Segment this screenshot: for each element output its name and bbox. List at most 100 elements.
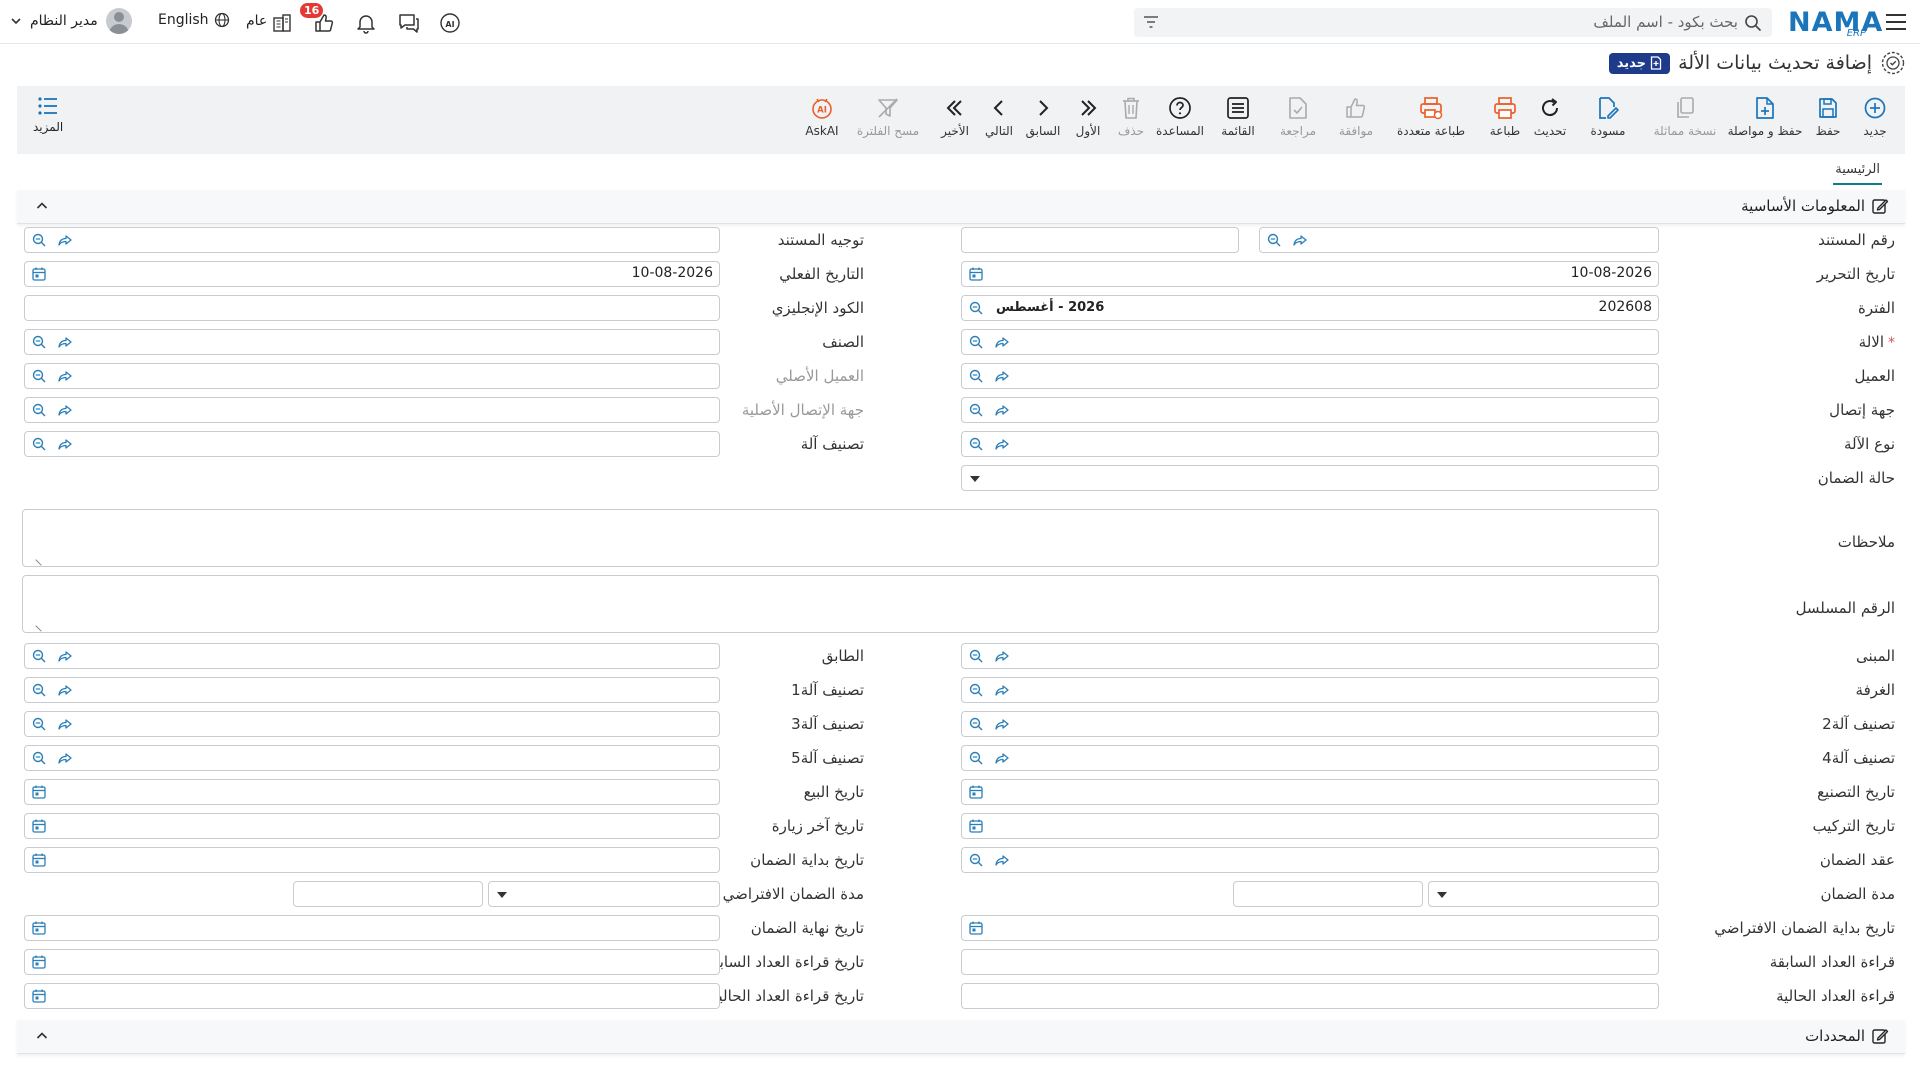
section-basic-info[interactable]: المعلومات الأساسية bbox=[17, 190, 1905, 224]
calendar-icon[interactable] bbox=[31, 920, 47, 936]
search-plus-icon[interactable] bbox=[31, 436, 47, 452]
floor-field[interactable] bbox=[24, 643, 720, 669]
doc-number-suffix-field[interactable] bbox=[961, 227, 1239, 253]
share-icon[interactable] bbox=[57, 232, 73, 248]
branch-label[interactable]: عام bbox=[246, 13, 267, 29]
messages-icon[interactable] bbox=[397, 11, 421, 35]
filter-icon[interactable] bbox=[1142, 14, 1160, 30]
nama-erp-logo[interactable]: NAMA ERP bbox=[1788, 4, 1882, 40]
machine-class2-field[interactable] bbox=[961, 711, 1659, 737]
share-icon[interactable] bbox=[57, 716, 73, 732]
search-plus-icon[interactable] bbox=[968, 852, 984, 868]
chevron-up-icon[interactable] bbox=[35, 199, 49, 213]
search-plus-icon[interactable] bbox=[968, 402, 984, 418]
print-button[interactable]: طباعة bbox=[1470, 94, 1540, 138]
contact-field[interactable] bbox=[961, 397, 1659, 423]
share-icon[interactable] bbox=[57, 402, 73, 418]
calendar-icon[interactable] bbox=[968, 784, 984, 800]
share-icon[interactable] bbox=[1292, 232, 1308, 248]
search-plus-icon[interactable] bbox=[1266, 232, 1282, 248]
resize-grip-icon[interactable] bbox=[35, 554, 47, 566]
doc-number-field[interactable] bbox=[1259, 227, 1659, 253]
calendar-icon[interactable] bbox=[31, 852, 47, 868]
calendar-icon[interactable] bbox=[31, 988, 47, 1004]
resize-grip-icon[interactable] bbox=[35, 620, 47, 632]
search-icon[interactable] bbox=[1744, 14, 1762, 32]
search-plus-icon[interactable] bbox=[31, 232, 47, 248]
share-icon[interactable] bbox=[994, 648, 1010, 664]
prev-meter-date-field[interactable] bbox=[24, 949, 720, 975]
search-plus-icon[interactable] bbox=[31, 682, 47, 698]
review-button[interactable]: مراجعة bbox=[1263, 94, 1333, 138]
search-plus-icon[interactable] bbox=[31, 368, 47, 384]
tab-main[interactable]: الرئيسية bbox=[1833, 158, 1882, 185]
hamburger-menu-icon[interactable] bbox=[1884, 10, 1908, 34]
save-continue-button[interactable]: حفظ و مواصلة bbox=[1728, 94, 1802, 138]
last-visit-date-field[interactable] bbox=[24, 813, 720, 839]
manufacture-date-field[interactable] bbox=[961, 779, 1659, 805]
search-plus-icon[interactable] bbox=[968, 648, 984, 664]
search-plus-icon[interactable] bbox=[31, 648, 47, 664]
current-meter-date-field[interactable] bbox=[24, 983, 720, 1009]
actual-date-field[interactable]: 10-08-2026 bbox=[24, 261, 720, 287]
warranty-period-unit-select[interactable] bbox=[1428, 881, 1659, 907]
room-field[interactable] bbox=[961, 677, 1659, 703]
warranty-start-date-field[interactable] bbox=[24, 847, 720, 873]
approvals-icon[interactable]: 16 bbox=[300, 3, 336, 35]
search-plus-icon[interactable] bbox=[968, 682, 984, 698]
search-plus-icon[interactable] bbox=[31, 334, 47, 350]
current-meter-field[interactable] bbox=[961, 983, 1659, 1009]
search-plus-icon[interactable] bbox=[968, 716, 984, 732]
search-input[interactable] bbox=[1198, 11, 1738, 33]
share-icon[interactable] bbox=[994, 716, 1010, 732]
machine-class1-field[interactable] bbox=[24, 677, 720, 703]
language-switch[interactable]: English bbox=[158, 12, 230, 28]
calendar-icon[interactable] bbox=[968, 818, 984, 834]
serial-number-textarea[interactable] bbox=[22, 575, 1659, 633]
share-icon[interactable] bbox=[57, 436, 73, 452]
share-icon[interactable] bbox=[994, 436, 1010, 452]
multi-print-button[interactable]: طباعة متعددة bbox=[1396, 94, 1466, 138]
warranty-contract-field[interactable] bbox=[961, 847, 1659, 873]
machine-class4-field[interactable] bbox=[961, 745, 1659, 771]
calendar-icon[interactable] bbox=[968, 920, 984, 936]
company-building-icon[interactable] bbox=[270, 11, 294, 35]
user-menu[interactable]: مدير النظام bbox=[10, 8, 132, 34]
share-icon[interactable] bbox=[994, 368, 1010, 384]
machine-class-field[interactable] bbox=[24, 431, 720, 457]
search-plus-icon[interactable] bbox=[968, 750, 984, 766]
calendar-icon[interactable] bbox=[968, 266, 984, 282]
clear-filter-button[interactable]: مسح الفلترة bbox=[853, 94, 923, 138]
more-button[interactable]: المزيد bbox=[33, 94, 63, 134]
notes-textarea[interactable] bbox=[22, 509, 1659, 567]
search-plus-icon[interactable] bbox=[968, 368, 984, 384]
share-icon[interactable] bbox=[57, 648, 73, 664]
machine-class3-field[interactable] bbox=[24, 711, 720, 737]
warranty-status-field[interactable] bbox=[961, 465, 1659, 491]
warranty-period-value-field[interactable] bbox=[1233, 881, 1423, 907]
search-plus-icon[interactable] bbox=[31, 402, 47, 418]
customer-field[interactable] bbox=[961, 363, 1659, 389]
default-warranty-period-unit-select[interactable] bbox=[488, 881, 720, 907]
install-date-field[interactable] bbox=[961, 813, 1659, 839]
calendar-icon[interactable] bbox=[31, 818, 47, 834]
copy-button[interactable]: نسخة مماثلة bbox=[1650, 94, 1720, 138]
share-icon[interactable] bbox=[994, 334, 1010, 350]
default-warranty-start-field[interactable] bbox=[961, 915, 1659, 941]
doc-direction-field[interactable] bbox=[24, 227, 720, 253]
share-icon[interactable] bbox=[57, 334, 73, 350]
search-plus-icon[interactable] bbox=[31, 716, 47, 732]
sale-date-field[interactable] bbox=[24, 779, 720, 805]
search-plus-icon[interactable] bbox=[968, 300, 984, 316]
machine-class5-field[interactable] bbox=[24, 745, 720, 771]
calendar-icon[interactable] bbox=[31, 784, 47, 800]
calendar-icon[interactable] bbox=[31, 266, 47, 282]
search-plus-icon[interactable] bbox=[31, 750, 47, 766]
bell-icon[interactable] bbox=[354, 11, 378, 35]
calendar-icon[interactable] bbox=[31, 954, 47, 970]
share-icon[interactable] bbox=[994, 852, 1010, 868]
building-field[interactable] bbox=[961, 643, 1659, 669]
share-icon[interactable] bbox=[57, 750, 73, 766]
section-determinants[interactable]: المحددات bbox=[17, 1020, 1905, 1054]
share-icon[interactable] bbox=[57, 368, 73, 384]
